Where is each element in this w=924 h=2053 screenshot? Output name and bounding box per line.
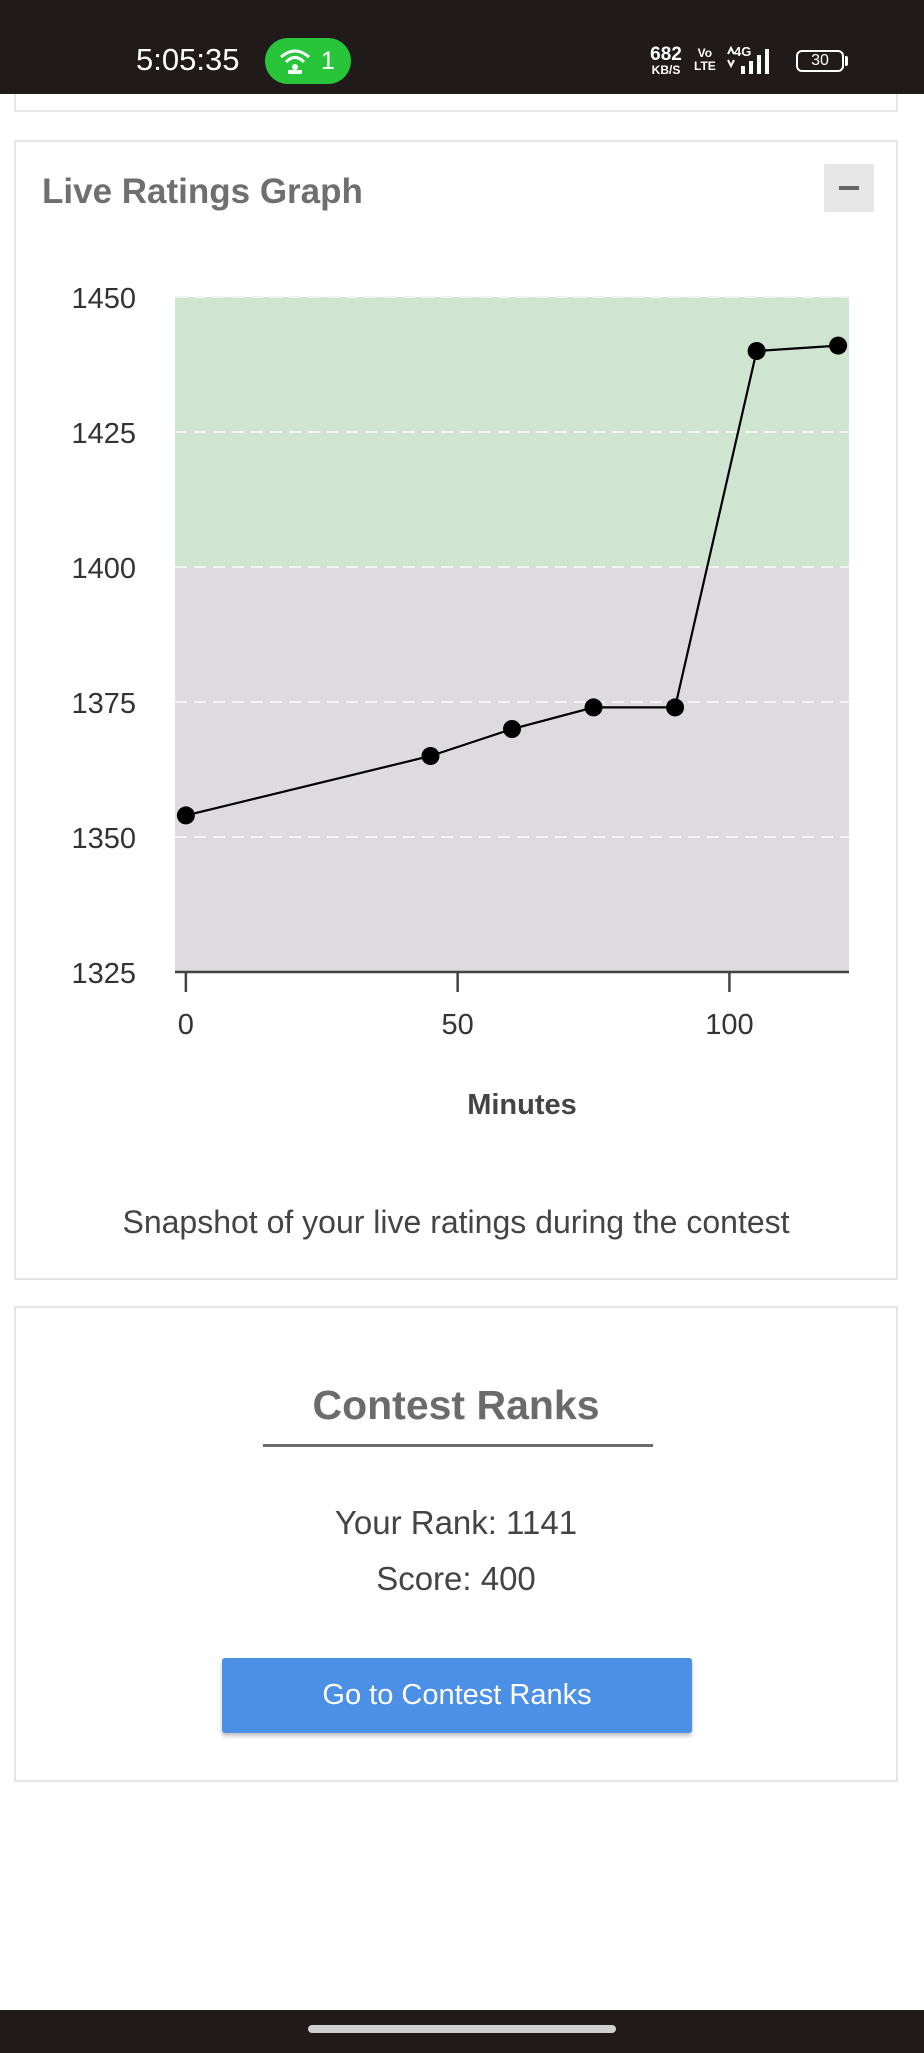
y-tick-label: 1375 <box>71 688 136 720</box>
network-speed-unit: KB/S <box>651 63 681 77</box>
data-point <box>747 342 766 360</box>
volte-indicator: Vo LTE <box>694 47 716 72</box>
y-tick-label: 1400 <box>71 553 136 585</box>
hotspot-count: 1 <box>321 47 335 75</box>
y-tick-label: 1350 <box>71 823 136 855</box>
network-speed-value: 682 <box>650 44 682 65</box>
rating-band-0 <box>175 567 849 972</box>
go-to-contest-ranks-button[interactable]: Go to Contest Ranks <box>222 1658 692 1733</box>
chart-caption: Snapshot of your live ratings during the… <box>122 1204 790 1240</box>
data-point <box>421 747 440 765</box>
network-speed: 682 KB/S <box>646 45 686 76</box>
data-point <box>829 336 848 355</box>
signal-icon: 4G <box>727 44 769 74</box>
navigation-bar <box>0 2010 924 2053</box>
volte-bottom: LTE <box>694 58 716 73</box>
ranks-title: Contest Ranks <box>312 1382 600 1428</box>
title-underline <box>263 1444 653 1447</box>
hotspot-indicator[interactable]: 1 <box>265 38 351 84</box>
data-point <box>584 698 603 717</box>
previous-card-edge <box>14 94 898 112</box>
hotspot-icon <box>280 49 310 74</box>
y-tick-label: 1325 <box>71 958 136 990</box>
y-tick-label: 1450 <box>71 283 136 315</box>
home-indicator[interactable] <box>308 2025 616 2033</box>
data-point <box>666 698 685 717</box>
status-time: 5:05:35 <box>136 42 240 77</box>
data-point <box>176 806 195 825</box>
y-tick-label: 1425 <box>71 418 136 450</box>
x-tick-label: 0 <box>178 1009 194 1041</box>
live-ratings-card: Live Ratings Graph 1325 1350 1375 1400 1425 1… <box>14 140 898 1280</box>
battery-tip <box>845 56 848 66</box>
battery-level: 30 <box>811 52 829 69</box>
network-type: 4G <box>734 44 751 59</box>
x-tick-label: 50 <box>442 1009 474 1041</box>
x-axis-label: Minutes <box>467 1089 577 1121</box>
data-point <box>503 720 521 738</box>
status-bar: 5:05:35 1 682 KB/S Vo LTE 4G 30 <box>0 0 924 94</box>
score: Score: 400 <box>376 1560 536 1597</box>
battery-icon: 30 <box>796 50 844 72</box>
contest-ranks-card: Contest Ranks Your Rank: 1141 Score: 400… <box>14 1306 898 1782</box>
ratings-chart: 1325 1350 1375 1400 1425 1450 0 50 100 Minutes <box>71 283 849 1121</box>
your-rank: Your Rank: 1141 <box>334 1504 578 1541</box>
x-tick-label: 100 <box>705 1009 753 1041</box>
